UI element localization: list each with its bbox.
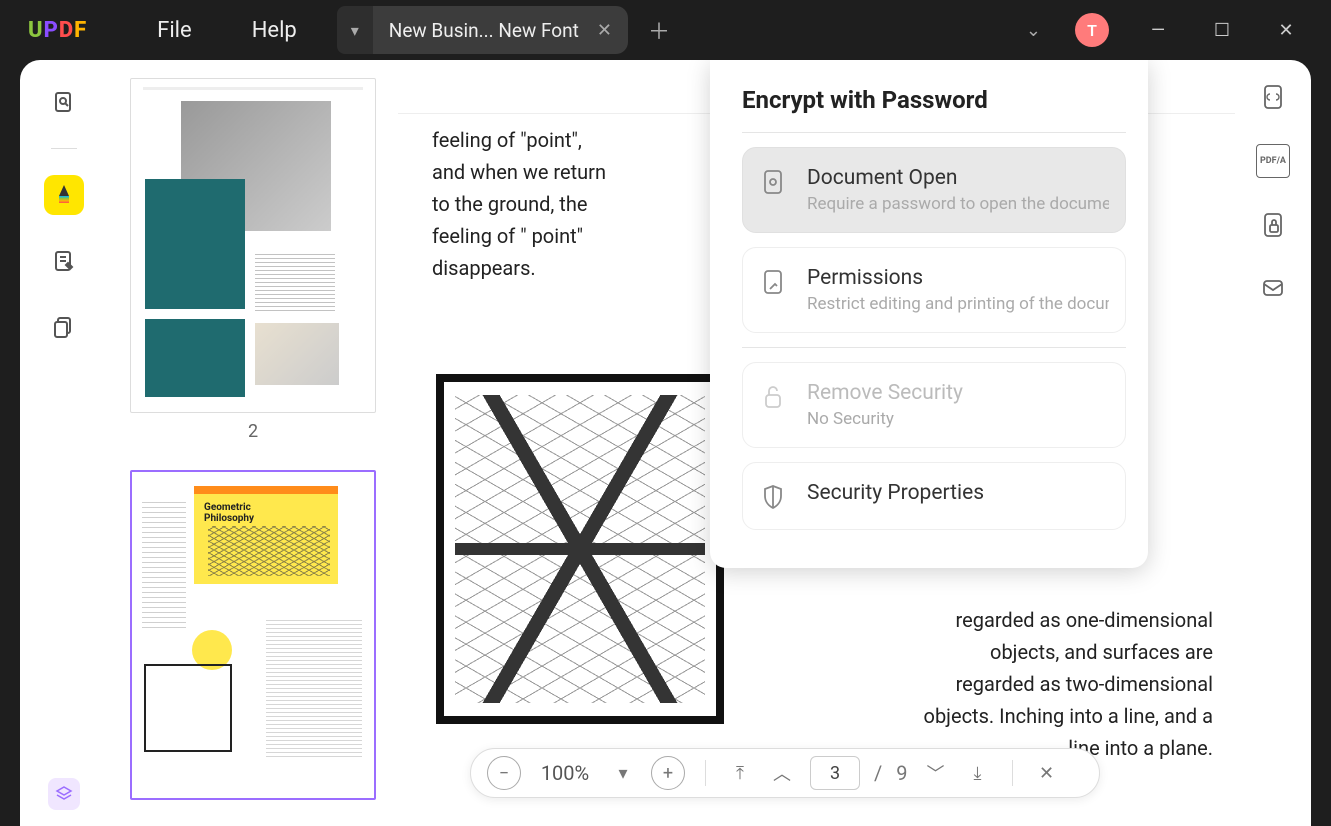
option-title: Permissions [807,266,1109,290]
page-navigator: − 100% ▾ + ⤒ ︿ 3 / 9 ﹀ ⤓ ✕ [470,748,1100,798]
main-area: 2 GeometricPhilosophy S U feeling of "po… [20,60,1311,826]
separator [742,132,1126,133]
shield-icon [759,483,787,511]
option-permissions[interactable]: Permissions Restrict editing and printin… [742,247,1126,333]
zoom-out-button[interactable]: − [487,756,521,790]
pdfa-tool[interactable]: PDF/A [1256,144,1290,178]
page-total: 9 [896,761,907,785]
page-separator: / [874,761,882,785]
window-controls: ⌄ T — ☐ ✕ [1026,0,1331,60]
chevron-down-icon[interactable]: ⌄ [1026,20,1041,41]
zoom-value[interactable]: 100% [535,761,595,785]
geometric-image [436,374,724,724]
maximize-button[interactable]: ☐ [1207,20,1237,41]
option-title: Security Properties [807,481,1109,505]
encrypt-panel: Encrypt with Password Document Open Requ… [710,60,1148,568]
user-avatar[interactable]: T [1075,13,1109,47]
minimize-button[interactable]: — [1143,20,1173,41]
panel-title: Encrypt with Password [742,86,1126,114]
layers-button[interactable] [48,778,80,810]
toolbar-separator [51,148,77,149]
menu-help[interactable]: Help [252,18,297,43]
app-logo: UPDF [28,18,87,43]
separator [1012,760,1013,786]
tab-add-button[interactable]: ＋ [648,14,670,46]
separator [705,760,706,786]
edit-tool[interactable] [44,241,84,281]
separator [742,347,1126,348]
document-view: S U feeling of "point", and when we retu… [398,60,1235,826]
body-text: regarded as one-dimensional objects, and… [913,604,1213,764]
thumbnail-page-2[interactable] [130,78,376,413]
pages-tool[interactable] [44,307,84,347]
option-remove-security[interactable]: Remove Security No Security [742,362,1126,448]
share-tool[interactable] [1256,272,1290,306]
menu-file[interactable]: File [157,18,192,43]
close-window-button[interactable]: ✕ [1271,20,1301,41]
search-tool[interactable] [44,82,84,122]
highlight-tool[interactable] [44,175,84,215]
option-security-properties[interactable]: Security Properties [742,462,1126,530]
protect-tool[interactable] [1256,208,1290,242]
thumbnail-page-3[interactable]: GeometricPhilosophy [130,470,376,800]
zoom-dropdown-icon[interactable]: ▾ [609,763,637,784]
option-title: Document Open [807,166,1109,190]
prev-page-icon[interactable]: ︿ [768,760,796,786]
thumbnails-panel: 2 GeometricPhilosophy [108,60,398,826]
close-navigator-icon[interactable]: ✕ [1033,763,1061,784]
option-subtitle: No Security [807,409,1109,429]
next-page-icon[interactable]: ﹀ [922,760,950,786]
tab-title: New Busin... New Font [389,19,579,42]
option-subtitle: Restrict editing and printing of the doc… [807,294,1109,314]
permissions-icon [759,268,787,296]
convert-tool[interactable] [1256,80,1290,114]
left-toolbar [20,60,108,826]
thumbnail-number: 2 [130,421,376,442]
option-title: Remove Security [807,381,1109,405]
page-input[interactable]: 3 [810,756,860,790]
titlebar: UPDF File Help ▾ New Busin... New Font ✕… [0,0,1331,60]
zoom-in-button[interactable]: + [651,756,685,790]
tab-strip: ▾ New Busin... New Font ✕ ＋ [337,0,670,60]
right-toolbar: PDF/A [1235,60,1311,826]
first-page-icon[interactable]: ⤒ [726,763,754,784]
menu-bar: File Help [157,18,297,43]
unlock-icon [759,383,787,411]
last-page-icon[interactable]: ⤓ [964,763,992,784]
document-tab[interactable]: New Busin... New Font ✕ [373,6,628,54]
option-document-open[interactable]: Document Open Require a password to open… [742,147,1126,233]
tab-dropdown[interactable]: ▾ [337,6,373,54]
option-subtitle: Require a password to open the document [807,194,1109,214]
body-text: feeling of "point", and when we return t… [432,124,612,284]
tab-close-icon[interactable]: ✕ [597,20,612,41]
document-icon [759,168,787,196]
